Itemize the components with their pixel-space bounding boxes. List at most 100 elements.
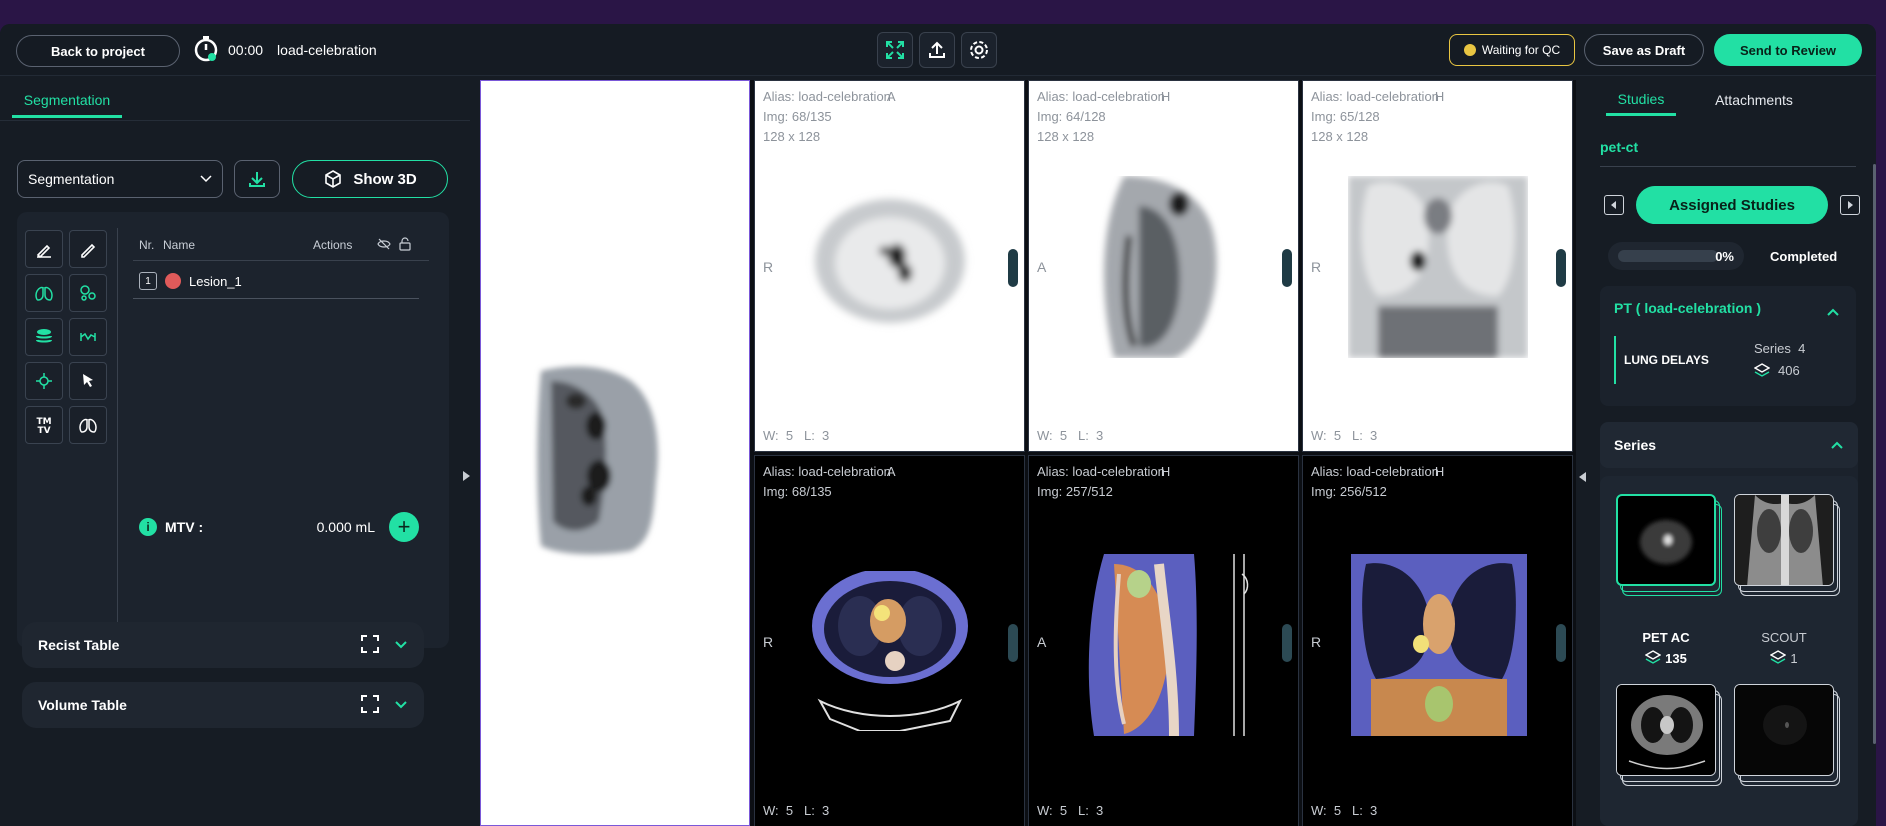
- series-label: Series: [1754, 341, 1791, 356]
- download-button[interactable]: [234, 160, 280, 198]
- bubbles-tool[interactable]: [69, 274, 107, 312]
- accordion-label: Recist Table: [38, 637, 120, 653]
- window-level: W: 5 L: 3: [763, 803, 830, 818]
- study-card[interactable]: PT ( load-celebration ) LUNG DELAYS Seri…: [1600, 286, 1856, 406]
- show-3d-button[interactable]: Show 3D: [292, 160, 448, 198]
- tab-segmentation[interactable]: Segmentation: [12, 84, 122, 118]
- pet-sagittal-viewport[interactable]: Alias: load-celebrationH Img: 64/128 128…: [1028, 80, 1299, 452]
- lesion-row[interactable]: 1 Lesion_1: [139, 268, 425, 294]
- brush-tool[interactable]: [25, 230, 63, 268]
- lungs-tool[interactable]: [25, 274, 63, 312]
- divider: [117, 228, 118, 623]
- orientation-label: R: [763, 634, 774, 650]
- segmentation-select[interactable]: Segmentation: [17, 160, 223, 198]
- layers-tool[interactable]: [25, 318, 63, 356]
- alias-text: Alias: load-celebration: [1037, 464, 1165, 479]
- series-thumbnail-scout[interactable]: [1734, 494, 1834, 586]
- mip-viewport[interactable]: [480, 80, 750, 826]
- ct-sagittal-viewport[interactable]: Alias: load-celebrationH Img: 257/512 A …: [1028, 455, 1299, 826]
- slice-scrollbar[interactable]: [1282, 249, 1292, 287]
- lesion-number: 1: [139, 272, 157, 290]
- ct-thumb-image: [1617, 685, 1715, 775]
- window-level: W: 5 L: 3: [1037, 803, 1104, 818]
- series-thumbnail-pet-ac[interactable]: [1616, 494, 1716, 586]
- chevron-down-icon[interactable]: [394, 637, 408, 653]
- slice-scrollbar[interactable]: [1556, 624, 1566, 662]
- unlock-icon[interactable]: [399, 236, 411, 254]
- prev-study-button[interactable]: [1604, 195, 1624, 215]
- ct-axial-viewport[interactable]: Alias: load-celebrationA Img: 68/135 R W…: [754, 455, 1025, 826]
- slice-scrollbar[interactable]: [1556, 249, 1566, 287]
- chevron-up-icon[interactable]: [1826, 304, 1840, 322]
- alias-text: Alias: load-celebration: [763, 89, 891, 104]
- send-to-review-button[interactable]: Send to Review: [1714, 34, 1862, 66]
- show-3d-label: Show 3D: [353, 170, 417, 188]
- tmtv-tool[interactable]: TM TV: [25, 406, 63, 444]
- orientation-marker: H: [1160, 464, 1171, 479]
- window-level: W: 5 L: 3: [1311, 428, 1378, 443]
- series-thumbnail-pet-nac[interactable]: [1734, 684, 1834, 776]
- measure-tool[interactable]: [69, 318, 107, 356]
- info-icon[interactable]: i: [139, 518, 157, 536]
- volume-table-accordion[interactable]: Volume Table: [22, 682, 424, 728]
- alias-text: Alias: load-celebration: [1037, 89, 1165, 104]
- next-study-button[interactable]: [1840, 195, 1860, 215]
- select-value: Segmentation: [28, 171, 115, 187]
- chevron-down-icon[interactable]: [394, 697, 408, 713]
- expand-frame-icon[interactable]: [360, 694, 380, 717]
- accordion-label: Volume Table: [38, 697, 127, 713]
- crosshair-tool[interactable]: [25, 362, 63, 400]
- slice-scrollbar[interactable]: [1282, 624, 1292, 662]
- tab-attachments[interactable]: Attachments: [1694, 84, 1814, 116]
- eye-off-icon[interactable]: [377, 237, 391, 254]
- image-index: Img: 68/135: [763, 109, 832, 124]
- fullscreen-button[interactable]: [877, 32, 913, 68]
- lungs-outline-tool[interactable]: [69, 406, 107, 444]
- orientation-label: R: [763, 259, 774, 275]
- expand-frame-icon[interactable]: [360, 634, 380, 657]
- pencil-tool[interactable]: [69, 230, 107, 268]
- image-size: 128 x 128: [1037, 129, 1095, 144]
- divider: [0, 120, 470, 121]
- recist-table-accordion[interactable]: Recist Table: [22, 622, 424, 668]
- add-lesion-button[interactable]: +: [389, 512, 419, 542]
- lesion-color-swatch[interactable]: [165, 273, 181, 289]
- series-thumbnail-ct[interactable]: [1616, 684, 1716, 776]
- collapse-right-arrow-icon[interactable]: [1579, 472, 1586, 482]
- viewer-toolbar: [877, 32, 997, 68]
- window-level: W: 5 L: 3: [1037, 428, 1104, 443]
- tmtv-icon: TMTV: [36, 417, 51, 435]
- bubbles-icon: [80, 285, 96, 301]
- progress-track: [1618, 250, 1718, 262]
- orientation-marker: A: [886, 89, 896, 104]
- study-description: LUNG DELAYS: [1624, 353, 1709, 367]
- timer-value: 00:00: [228, 42, 264, 58]
- progress-percent: 0%: [1715, 248, 1734, 264]
- alias-text: Alias: load-celebration: [1311, 89, 1439, 104]
- pointer-tool[interactable]: [69, 362, 107, 400]
- assigned-studies-button[interactable]: Assigned Studies: [1636, 186, 1828, 224]
- panel-scrollbar[interactable]: [1873, 164, 1876, 744]
- upload-button[interactable]: [919, 32, 955, 68]
- image-index: Img: 68/135: [763, 484, 832, 499]
- tool-grid: TM TV: [25, 230, 115, 444]
- mip-sagittal-image: [537, 366, 658, 555]
- settings-button[interactable]: [961, 32, 997, 68]
- layers-icon: [36, 329, 52, 343]
- divider: [133, 260, 429, 261]
- collapse-left-arrow-icon[interactable]: [463, 471, 470, 481]
- pet-nac-thumb-image: [1735, 685, 1833, 775]
- slice-scrollbar[interactable]: [1008, 249, 1018, 287]
- series-instance-count: 1: [1734, 650, 1834, 666]
- tab-studies[interactable]: Studies: [1606, 84, 1676, 116]
- back-to-project-button[interactable]: Back to project: [16, 35, 180, 67]
- stack-icon: [1770, 650, 1787, 664]
- slice-scrollbar[interactable]: [1008, 624, 1018, 662]
- series-header[interactable]: Series: [1600, 422, 1858, 468]
- col-actions: Actions: [313, 238, 353, 252]
- alias-text: Alias: load-celebration: [1311, 464, 1439, 479]
- save-draft-button[interactable]: Save as Draft: [1584, 34, 1704, 66]
- pet-coronal-viewport[interactable]: Alias: load-celebrationH Img: 65/128 128…: [1302, 80, 1573, 452]
- ct-coronal-viewport[interactable]: Alias: load-celebrationH Img: 256/512 R …: [1302, 455, 1573, 826]
- pet-axial-viewport[interactable]: Alias: load-celebrationA Img: 68/135 128…: [754, 80, 1025, 452]
